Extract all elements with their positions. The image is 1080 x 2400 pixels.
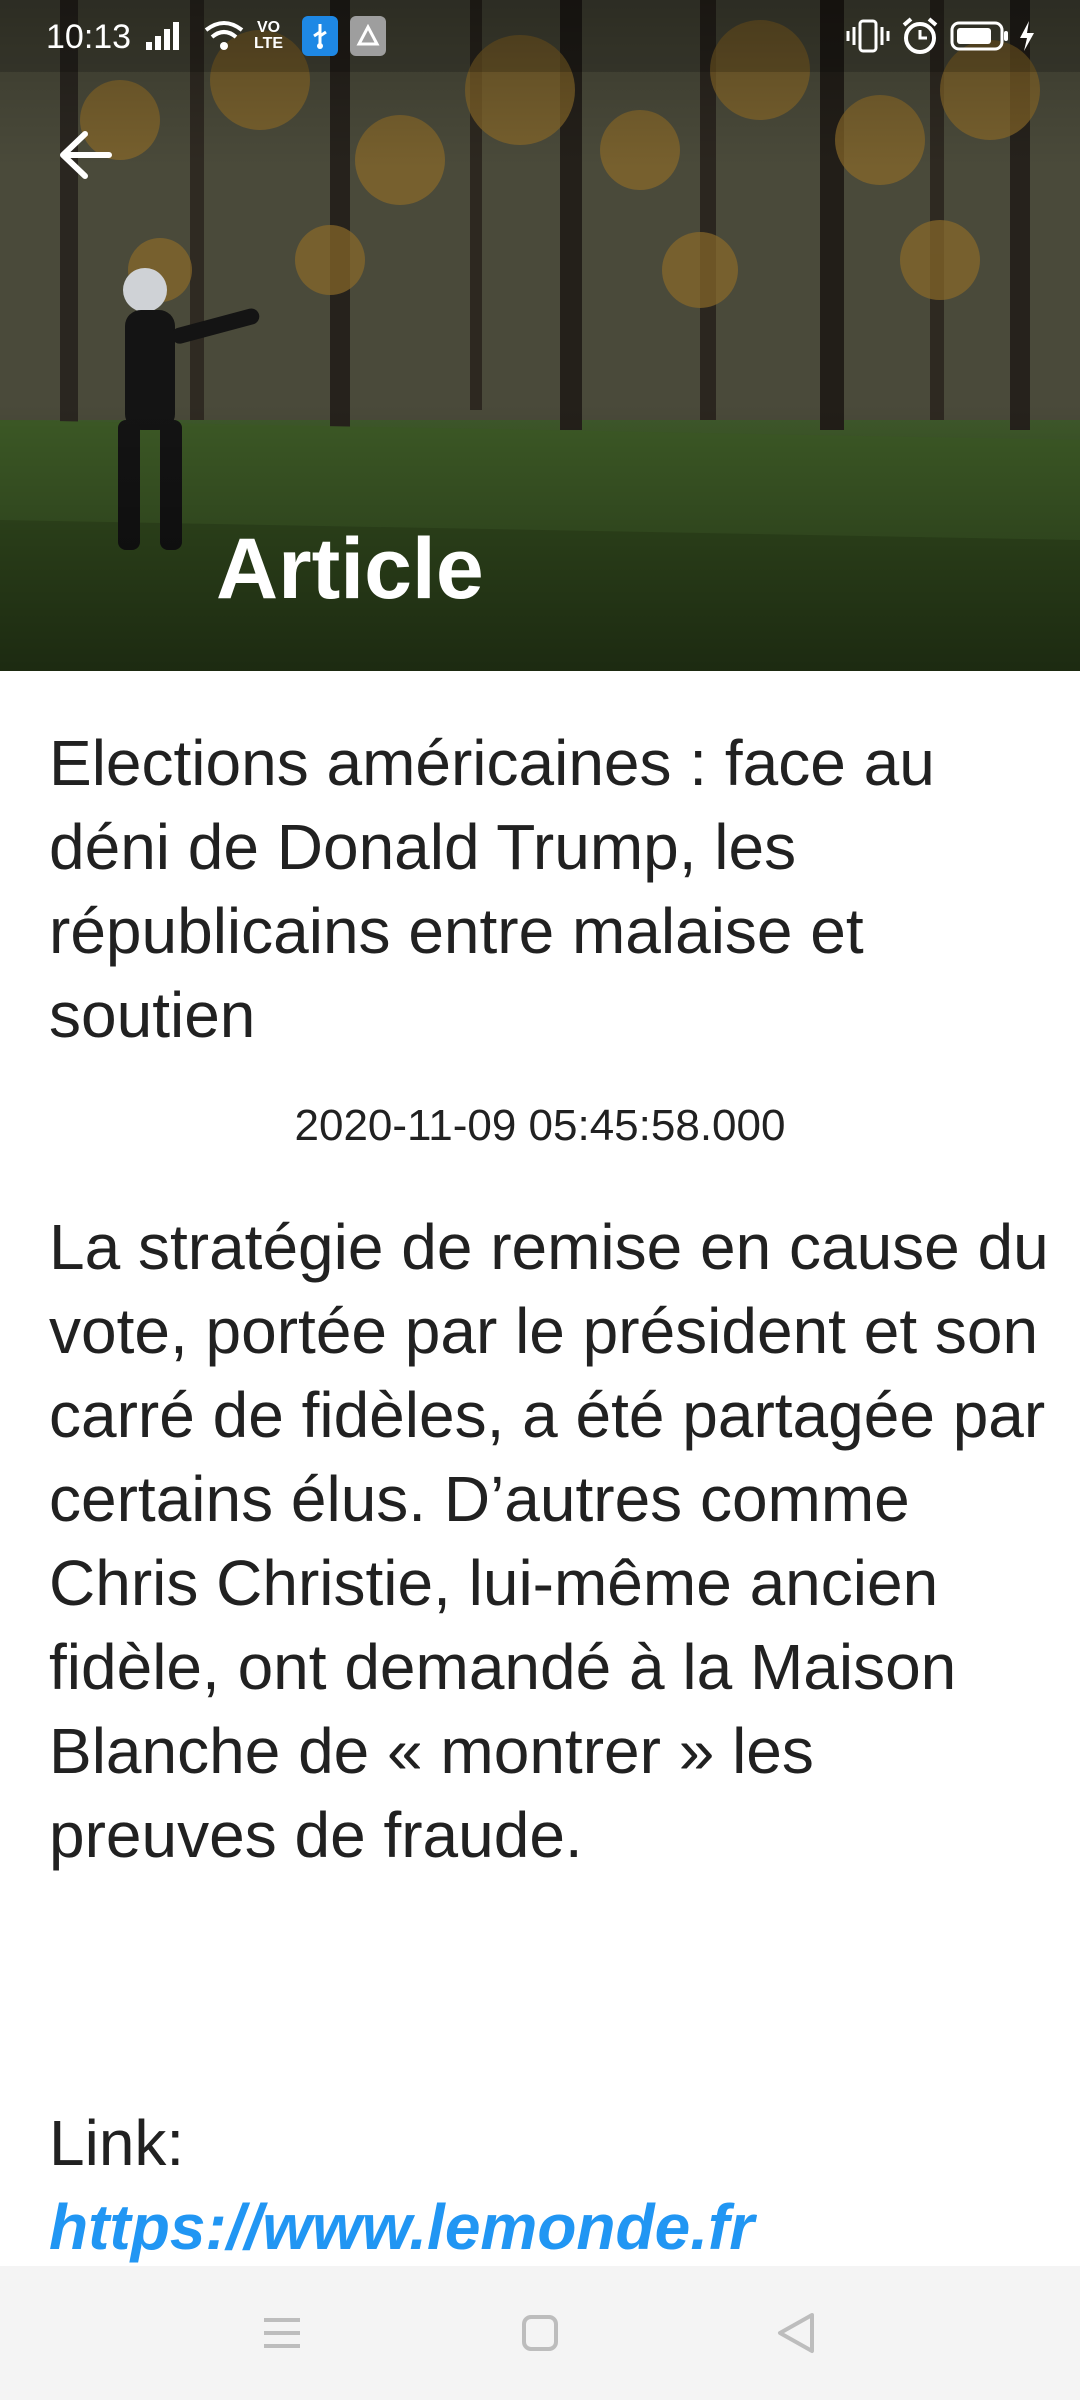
status-time: 10:13	[46, 18, 132, 56]
wifi-icon	[204, 16, 244, 56]
system-navigation-bar	[0, 2266, 1080, 2400]
hero-header: 10:13 VO LTE Article	[0, 0, 1080, 671]
arrow-left-icon	[60, 131, 112, 179]
hero-overlay	[0, 0, 1080, 671]
link-label: Link:	[49, 2107, 185, 2179]
app-notification-icon	[350, 16, 386, 56]
back-triangle-icon	[778, 2313, 814, 2353]
menu-icon	[264, 2318, 300, 2348]
article-url-link[interactable]: https://www.lemonde.fr	[49, 2185, 1049, 2269]
page-title: Article	[216, 521, 484, 617]
alarm-icon	[900, 16, 940, 56]
home-icon	[522, 2315, 558, 2351]
article-link: Link: https://www.lemonde.fr	[49, 2101, 1049, 2269]
home-button[interactable]	[510, 2303, 570, 2363]
back-nav-button[interactable]	[766, 2303, 826, 2363]
article-date: 2020-11-09 05:45:58.000	[294, 1101, 786, 1150]
battery-icon	[950, 16, 1010, 56]
vibrate-icon	[846, 16, 890, 56]
back-button[interactable]	[40, 110, 130, 200]
signal-icon	[146, 16, 182, 56]
volte-icon: VO LTE	[254, 19, 284, 52]
article-content: Elections américaines : face au déni de …	[0, 671, 1080, 2266]
article-title: Elections américaines : face au déni de …	[49, 727, 935, 1051]
article-body: La stratégie de remise en cause du vote,…	[49, 1211, 1049, 1871]
status-bar: 10:13 VO LTE	[0, 0, 1080, 72]
menu-button[interactable]	[252, 2303, 312, 2363]
usb-icon	[302, 16, 338, 56]
charging-icon	[1018, 16, 1036, 56]
